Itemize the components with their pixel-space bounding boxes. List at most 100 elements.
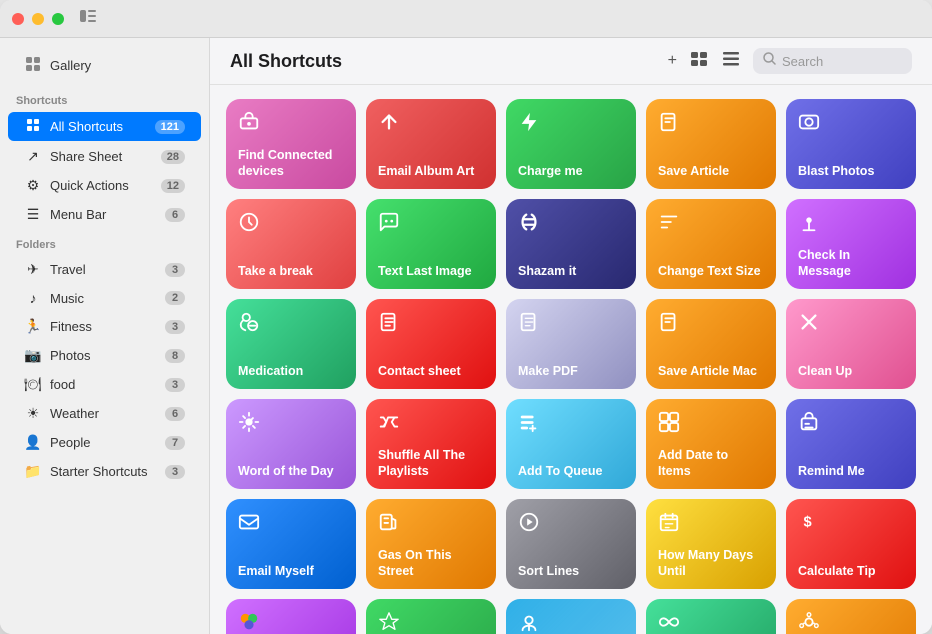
- sidebar-item-weather[interactable]: ☀ Weather 6: [8, 400, 201, 427]
- shuffle-playlists-label: Shuffle All The Playlists: [378, 447, 484, 480]
- shortcut-card-make-pdf[interactable]: Make PDF: [506, 299, 636, 389]
- calculate-tip-label: Calculate Tip: [798, 563, 904, 579]
- save-article-icon: [658, 111, 764, 139]
- clean-up-label: Clean Up: [798, 363, 904, 379]
- shortcut-card-how-many-days[interactable]: How Many Days Until: [646, 499, 776, 589]
- sidebar-item-people[interactable]: 👤 People 7: [8, 429, 201, 456]
- starter-shortcuts-label: Starter Shortcuts: [50, 464, 157, 479]
- shortcut-card-blast-photos[interactable]: Blast Photos: [786, 99, 916, 189]
- shortcut-card-take-break[interactable]: Take a break: [226, 199, 356, 289]
- how-many-days-icon: [658, 511, 764, 539]
- add-to-queue-icon: [518, 411, 624, 439]
- text-last-image-label: Text Last Image: [378, 263, 484, 279]
- email-myself-icon: [238, 511, 344, 539]
- all-shortcuts-badge: 121: [155, 120, 185, 134]
- screenshots-icon: [378, 611, 484, 634]
- sidebar-item-menu-bar[interactable]: ☰ Menu Bar 6: [8, 201, 201, 228]
- shortcut-card-location-mother[interactable]: Location to Mother: [506, 599, 636, 634]
- share-sheet-badge: 28: [161, 150, 185, 164]
- email-album-icon: [378, 111, 484, 139]
- shortcut-card-remind-me[interactable]: Remind Me: [786, 399, 916, 489]
- shazam-it-icon: [518, 211, 624, 239]
- sort-lines-label: Sort Lines: [518, 563, 624, 579]
- shortcut-card-check-in-message[interactable]: Check In Message: [786, 199, 916, 289]
- infinite-loop-icon: [658, 611, 764, 634]
- save-article-mac-label: Save Article Mac: [658, 363, 764, 379]
- sidebar-item-fitness[interactable]: 🏃 Fitness 3: [8, 313, 201, 340]
- sidebar-item-travel[interactable]: ✈ Travel 3: [8, 256, 201, 283]
- place-to-eat-icon: [238, 611, 344, 634]
- change-text-size-icon: [658, 211, 764, 239]
- calculate-tip-icon: $: [798, 511, 904, 539]
- grid-view-button[interactable]: [691, 52, 709, 71]
- share-sheet-icon: ↗: [24, 148, 42, 165]
- shortcut-card-shuffle-playlists[interactable]: Shuffle All The Playlists: [366, 399, 496, 489]
- sidebar-item-all-shortcuts[interactable]: All Shortcuts 121: [8, 112, 201, 141]
- sidebar-item-photos[interactable]: 📷 Photos 8: [8, 342, 201, 369]
- sidebar-item-share-sheet[interactable]: ↗ Share Sheet 28: [8, 143, 201, 170]
- add-to-queue-label: Add To Queue: [518, 463, 624, 479]
- sidebar-item-gallery[interactable]: Gallery: [8, 50, 201, 81]
- shortcut-card-email-album[interactable]: Email Album Art: [366, 99, 496, 189]
- shortcut-card-email-myself[interactable]: Email Myself: [226, 499, 356, 589]
- app-window: Gallery Shortcuts All Shortcuts 121 ↗ S: [0, 0, 932, 634]
- close-button[interactable]: [12, 13, 24, 25]
- people-icon: 👤: [24, 434, 42, 451]
- shortcut-card-screenshots[interactable]: Screenshots: [366, 599, 496, 634]
- sidebar-toggle-button[interactable]: [80, 9, 96, 28]
- contact-sheet-label: Contact sheet: [378, 363, 484, 379]
- shortcut-card-charge-me[interactable]: Charge me: [506, 99, 636, 189]
- shortcut-card-text-last-image[interactable]: Text Last Image: [366, 199, 496, 289]
- clean-up-icon: [798, 311, 904, 339]
- menu-bar-label: Menu Bar: [50, 207, 157, 222]
- travel-badge: 3: [165, 263, 185, 277]
- minimize-button[interactable]: [32, 13, 44, 25]
- shortcut-card-place-to-eat[interactable]: Place To Eat: [226, 599, 356, 634]
- shazam-it-label: Shazam it: [518, 263, 624, 279]
- maximize-button[interactable]: [52, 13, 64, 25]
- shortcut-card-contact-sheet[interactable]: Contact sheet: [366, 299, 496, 389]
- blast-photos-label: Blast Photos: [798, 163, 904, 179]
- sidebar-item-starter-shortcuts[interactable]: 📁 Starter Shortcuts 3: [8, 458, 201, 485]
- weather-badge: 6: [165, 407, 185, 421]
- photos-badge: 8: [165, 349, 185, 363]
- shortcut-card-sort-lines[interactable]: Sort Lines: [506, 499, 636, 589]
- charge-me-icon: [518, 111, 624, 139]
- shortcut-card-add-to-queue[interactable]: Add To Queue: [506, 399, 636, 489]
- shortcut-card-add-date-items[interactable]: Add Date to Items: [646, 399, 776, 489]
- shortcut-card-content-graph[interactable]: Content Graph: [786, 599, 916, 634]
- fitness-icon: 🏃: [24, 318, 42, 335]
- shortcut-card-shazam-it[interactable]: Shazam it: [506, 199, 636, 289]
- page-title: All Shortcuts: [230, 51, 668, 72]
- medication-icon: [238, 311, 344, 339]
- shortcut-card-gas-street[interactable]: Gas On This Street: [366, 499, 496, 589]
- add-button[interactable]: +: [668, 52, 677, 70]
- shortcut-card-calculate-tip[interactable]: $ Calculate Tip: [786, 499, 916, 589]
- weather-label: Weather: [50, 406, 157, 421]
- find-connected-icon: [238, 111, 344, 139]
- sidebar-item-food[interactable]: 🍽 food 3: [8, 371, 201, 398]
- food-icon: 🍽: [24, 376, 42, 393]
- shortcut-card-change-text-size[interactable]: Change Text Size: [646, 199, 776, 289]
- music-badge: 2: [165, 291, 185, 305]
- shortcut-card-infinite-loop[interactable]: Infinite Loop: [646, 599, 776, 634]
- starter-shortcuts-icon: 📁: [24, 463, 42, 480]
- sidebar-item-music[interactable]: ♪ Music 2: [8, 285, 201, 311]
- shortcut-card-clean-up[interactable]: Clean Up: [786, 299, 916, 389]
- shortcut-card-word-of-day[interactable]: Word of the Day: [226, 399, 356, 489]
- search-box[interactable]: [753, 48, 912, 74]
- search-icon: [763, 52, 776, 70]
- people-badge: 7: [165, 436, 185, 450]
- shortcut-card-save-article[interactable]: Save Article: [646, 99, 776, 189]
- medication-label: Medication: [238, 363, 344, 379]
- gallery-icon: [24, 56, 42, 75]
- shortcut-card-medication[interactable]: Medication: [226, 299, 356, 389]
- sidebar-item-quick-actions[interactable]: ⚙ Quick Actions 12: [8, 172, 201, 199]
- music-label: Music: [50, 291, 157, 306]
- shortcut-card-find-connected[interactable]: Find Connected devices: [226, 99, 356, 189]
- save-article-label: Save Article: [658, 163, 764, 179]
- word-of-day-label: Word of the Day: [238, 463, 344, 479]
- list-view-button[interactable]: [723, 52, 739, 71]
- shortcut-card-save-article-mac[interactable]: Save Article Mac: [646, 299, 776, 389]
- search-input[interactable]: [782, 54, 902, 69]
